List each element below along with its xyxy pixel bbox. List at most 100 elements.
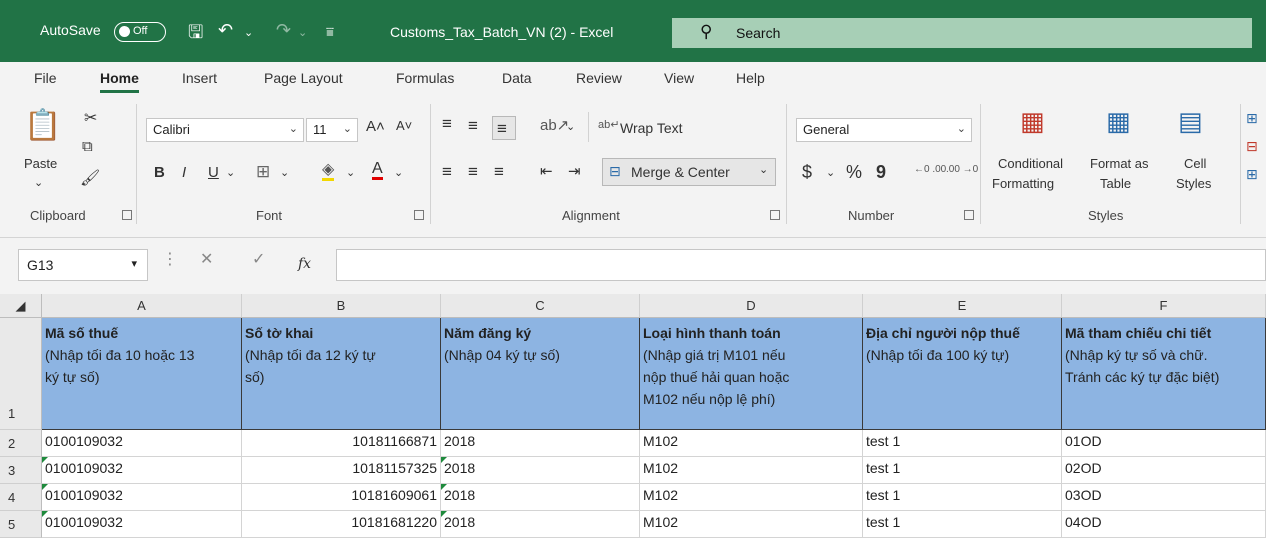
number-format-select[interactable]: General ⌄ <box>796 118 972 142</box>
tab-view[interactable]: View <box>664 70 694 86</box>
fill-color-icon[interactable]: ◈ <box>322 162 335 181</box>
cell-styles-line1[interactable]: Cell <box>1184 156 1206 171</box>
underline-button[interactable]: U <box>208 164 219 181</box>
borders-dropdown-icon[interactable]: ⌄ <box>280 166 289 179</box>
orientation-icon[interactable]: ab↗ <box>540 116 569 134</box>
table-cell[interactable]: 0100109032 <box>42 511 242 538</box>
table-cell[interactable]: M102 <box>640 430 863 457</box>
column-header-b[interactable]: B <box>242 294 441 318</box>
delete-cells-icon[interactable]: ⊟ <box>1246 138 1258 155</box>
row-header-4[interactable]: 4 <box>0 484 42 511</box>
table-cell[interactable]: test 1 <box>863 484 1062 511</box>
table-cell[interactable]: 0100109032 <box>42 457 242 484</box>
tab-file[interactable]: File <box>34 70 57 86</box>
merge-center-button[interactable]: ⊟ Merge & Center ⌄ <box>602 158 776 186</box>
cut-icon[interactable]: ✂ <box>84 108 97 128</box>
cell-styles-line2[interactable]: Styles <box>1176 176 1211 191</box>
redo-icon[interactable]: ↷ <box>276 20 291 41</box>
currency-button[interactable]: $ <box>802 162 812 183</box>
wrap-text-button[interactable]: Wrap Text <box>620 120 683 136</box>
font-name-select[interactable]: Calibri ⌄ <box>146 118 304 142</box>
tab-home[interactable]: Home <box>100 70 139 93</box>
header-cell-c[interactable]: Năm đăng ký (Nhập 04 ký tự số) <box>441 318 640 430</box>
row-header-5[interactable]: 5 <box>0 511 42 538</box>
select-all-corner[interactable]: ◢ <box>0 294 42 318</box>
percent-button[interactable]: % <box>846 162 862 183</box>
comma-button[interactable]: 9 <box>876 162 886 183</box>
redo-dropdown-icon[interactable]: ⌄ <box>298 26 307 39</box>
row-header-2[interactable]: 2 <box>0 430 42 457</box>
align-top-icon[interactable]: ≡ <box>442 114 452 134</box>
header-cell-f[interactable]: Mã tham chiếu chi tiết (Nhập ký tự số và… <box>1062 318 1266 430</box>
tab-insert[interactable]: Insert <box>182 70 217 86</box>
align-middle-icon[interactable]: ≡ <box>468 116 478 136</box>
undo-dropdown-icon[interactable]: ⌄ <box>244 26 253 39</box>
clipboard-launcher-icon[interactable] <box>122 210 132 220</box>
undo-icon[interactable]: ↶ <box>218 20 233 41</box>
decrease-font-icon[interactable]: A˅ <box>396 118 412 133</box>
format-as-table-icon[interactable]: ▦ <box>1106 106 1131 137</box>
paste-dropdown-icon[interactable]: ⌄ <box>34 176 43 189</box>
underline-dropdown-icon[interactable]: ⌄ <box>226 166 235 179</box>
autosave-toggle[interactable]: Off <box>114 22 166 42</box>
table-cell[interactable]: 2018 <box>441 457 640 484</box>
header-cell-e[interactable]: Địa chỉ người nộp thuế (Nhập tối đa 100 … <box>863 318 1062 430</box>
align-center-icon[interactable]: ≡ <box>468 162 478 182</box>
enter-icon[interactable]: ✓ <box>252 249 265 269</box>
table-cell[interactable]: 10181609061 <box>242 484 441 511</box>
table-cell[interactable]: 04OD <box>1062 511 1266 538</box>
font-launcher-icon[interactable] <box>414 210 424 220</box>
header-cell-b[interactable]: Số tờ khai (Nhập tối đa 12 ký tự số) <box>242 318 441 430</box>
table-cell[interactable]: 2018 <box>441 511 640 538</box>
table-cell[interactable]: 01OD <box>1062 430 1266 457</box>
table-cell[interactable]: 02OD <box>1062 457 1266 484</box>
cancel-icon[interactable]: ✕ <box>200 249 213 269</box>
tab-review[interactable]: Review <box>576 70 622 86</box>
row-header-3[interactable]: 3 <box>0 457 42 484</box>
conditional-formatting-line1[interactable]: Conditional <box>998 156 1063 171</box>
table-cell[interactable]: 2018 <box>441 430 640 457</box>
table-cell[interactable]: test 1 <box>863 430 1062 457</box>
table-cell[interactable]: 0100109032 <box>42 430 242 457</box>
column-header-d[interactable]: D <box>640 294 863 318</box>
column-header-f[interactable]: F <box>1062 294 1266 318</box>
conditional-formatting-line2[interactable]: Formatting <box>992 176 1054 191</box>
table-cell[interactable]: 10181157325 <box>242 457 441 484</box>
insert-function-button[interactable]: fx <box>298 256 311 272</box>
format-as-table-line1[interactable]: Format as <box>1090 156 1149 171</box>
align-bottom-button[interactable]: ≡ <box>492 116 516 140</box>
header-cell-a[interactable]: Mã số thuế (Nhập tối đa 10 hoặc 13 ký tự… <box>42 318 242 430</box>
conditional-formatting-icon[interactable]: ▦ <box>1020 106 1045 137</box>
paste-button[interactable]: Paste <box>24 156 57 171</box>
number-launcher-icon[interactable] <box>964 210 974 220</box>
increase-decimal-button[interactable]: ←0 .00 <box>914 164 946 175</box>
search-box[interactable]: ⚲ Search <box>672 18 1252 48</box>
decrease-indent-icon[interactable]: ⇤ <box>540 162 553 180</box>
row-header-1[interactable]: 1 <box>0 318 42 430</box>
insert-cells-icon[interactable]: ⊞ <box>1246 110 1258 127</box>
format-as-table-line2[interactable]: Table <box>1100 176 1131 191</box>
tab-help[interactable]: Help <box>736 70 765 86</box>
paste-icon[interactable]: 📋 <box>24 108 61 143</box>
font-color-dropdown-icon[interactable]: ⌄ <box>394 166 403 179</box>
alignment-launcher-icon[interactable] <box>770 210 780 220</box>
tab-page-layout[interactable]: Page Layout <box>264 70 343 86</box>
header-cell-d[interactable]: Loại hình thanh toán (Nhập giá trị M101 … <box>640 318 863 430</box>
bold-button[interactable]: B <box>154 164 165 181</box>
font-color-icon[interactable]: A <box>372 160 383 180</box>
customize-qat-icon[interactable]: ⩸ <box>326 24 334 40</box>
table-cell[interactable]: 10181166871 <box>242 430 441 457</box>
column-header-c[interactable]: C <box>441 294 640 318</box>
formula-input[interactable] <box>336 249 1266 281</box>
table-cell[interactable]: 2018 <box>441 484 640 511</box>
font-size-select[interactable]: 11 ⌄ <box>306 118 358 142</box>
align-right-icon[interactable]: ≡ <box>494 162 504 182</box>
borders-icon[interactable]: ⊞ <box>256 162 270 182</box>
orientation-dropdown-icon[interactable]: ⌄ <box>566 120 575 133</box>
table-cell[interactable]: M102 <box>640 484 863 511</box>
align-left-icon[interactable]: ≡ <box>442 162 452 182</box>
tab-formulas[interactable]: Formulas <box>396 70 454 86</box>
save-icon[interactable]: 🖫 <box>188 20 203 50</box>
merge-dropdown-icon[interactable]: ⌄ <box>759 163 768 176</box>
column-header-e[interactable]: E <box>863 294 1062 318</box>
